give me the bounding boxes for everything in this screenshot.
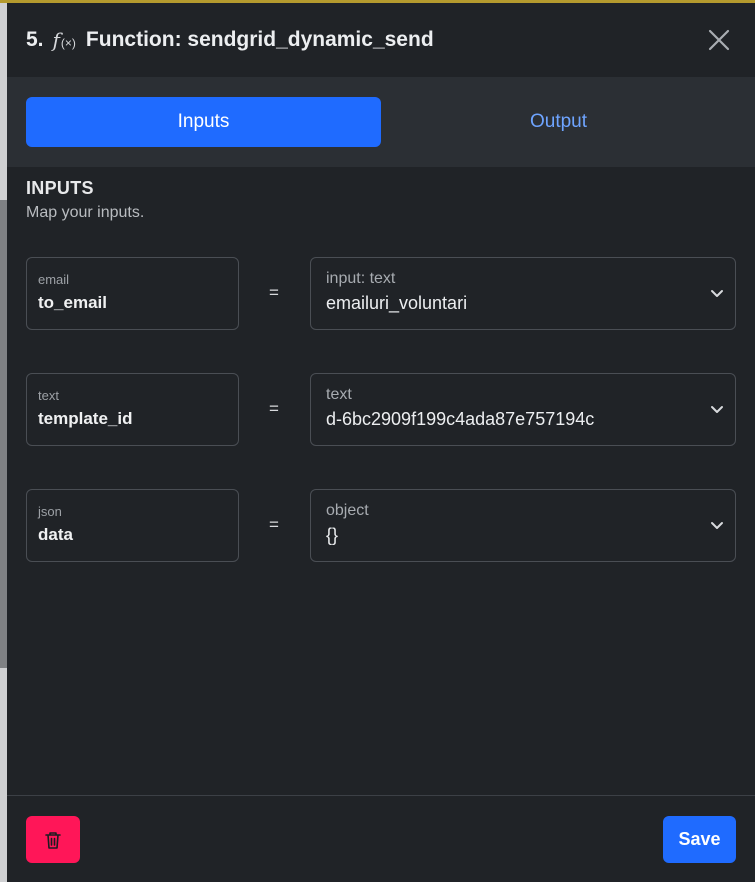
input-parameter: text template_id [26, 373, 239, 446]
chevron-down-icon[interactable] [709, 517, 725, 533]
tab-output[interactable]: Output [381, 97, 736, 147]
parameter-name: template_id [38, 409, 133, 428]
parameter-type: text [38, 388, 59, 403]
parameter-name: data [38, 525, 73, 544]
function-icon: f(×) [52, 28, 76, 52]
delete-button[interactable] [26, 816, 80, 863]
step-number: 5. [26, 28, 44, 51]
value-text: {} [326, 525, 339, 545]
input-parameter: email to_email [26, 257, 239, 330]
equals-sign: = [269, 283, 279, 302]
panel-header: 5. f(×) Function: sendgrid_dynamic_send [7, 3, 755, 77]
parameter-type: email [38, 272, 70, 287]
value-select[interactable]: object {} [310, 489, 736, 562]
input-mapping-row: email to_email = input: text emailuri_vo… [26, 257, 736, 330]
function-config-panel: 5. f(×) Function: sendgrid_dynamic_send … [7, 3, 755, 882]
equals-sign: = [269, 515, 279, 534]
parameter-name: to_email [38, 293, 107, 312]
value-type: text [326, 386, 352, 403]
value-select[interactable]: input: text emailuri_voluntari [310, 257, 736, 330]
trash-icon [45, 831, 61, 849]
input-mapping-row: text template_id = text d-6bc2909f199c4a… [26, 373, 736, 446]
background-scrollbar [0, 200, 7, 668]
parameter-type: json [38, 504, 62, 519]
close-icon[interactable] [707, 28, 731, 52]
input-mapping-row: json data = object {} [26, 489, 736, 562]
section-subtitle: Map your inputs. [26, 204, 145, 221]
section-title: INPUTS [26, 178, 94, 198]
value-select[interactable]: text d-6bc2909f199c4ada87e757194c [310, 373, 736, 446]
value-text: emailuri_voluntari [326, 293, 468, 313]
input-parameter: json data [26, 489, 239, 562]
panel-title: Function: sendgrid_dynamic_send [85, 28, 434, 51]
footer-divider [7, 795, 755, 796]
tab-bar: Inputs Output [7, 77, 755, 167]
equals-sign: = [269, 399, 279, 418]
value-text: d-6bc2909f199c4ada87e757194c [326, 409, 595, 429]
chevron-down-icon[interactable] [709, 285, 725, 301]
value-type: object [326, 502, 369, 519]
chevron-down-icon[interactable] [709, 401, 725, 417]
value-type: input: text [326, 270, 396, 287]
save-button[interactable]: Save [663, 816, 736, 863]
tab-inputs[interactable]: Inputs [26, 97, 381, 147]
